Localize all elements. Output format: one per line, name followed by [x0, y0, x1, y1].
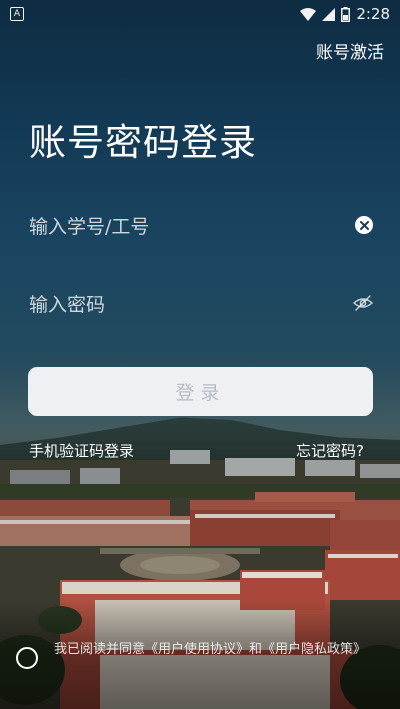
battery-icon — [341, 6, 351, 22]
status-time: 2:28 — [356, 5, 390, 23]
login-button[interactable]: 登录 — [28, 367, 373, 416]
clear-icon[interactable] — [355, 216, 373, 234]
forgot-password-link[interactable]: 忘记密码? — [296, 440, 364, 461]
agreement-row: 我已阅读并同意《用户使用协议》和《用户隐私政策》 — [16, 642, 386, 669]
page-title: 账号密码登录 — [29, 121, 257, 164]
password-field[interactable]: 输入密码 — [29, 283, 375, 323]
username-field[interactable]: 输入学号/工号 — [29, 205, 375, 245]
agreement-text[interactable]: 我已阅读并同意《用户使用协议》和《用户隐私政策》 — [54, 642, 374, 658]
signal-icon — [322, 7, 336, 21]
username-placeholder: 输入学号/工号 — [29, 215, 150, 238]
password-placeholder: 输入密码 — [29, 293, 106, 316]
sms-login-link[interactable]: 手机验证码登录 — [29, 440, 134, 461]
status-bar: A 2:28 — [0, 0, 400, 28]
activate-account-link[interactable]: 账号激活 — [316, 38, 384, 63]
notification-a-icon: A — [10, 7, 24, 21]
agreement-checkbox[interactable] — [16, 647, 38, 669]
eye-slash-icon[interactable] — [353, 293, 373, 313]
wifi-icon — [300, 7, 317, 21]
